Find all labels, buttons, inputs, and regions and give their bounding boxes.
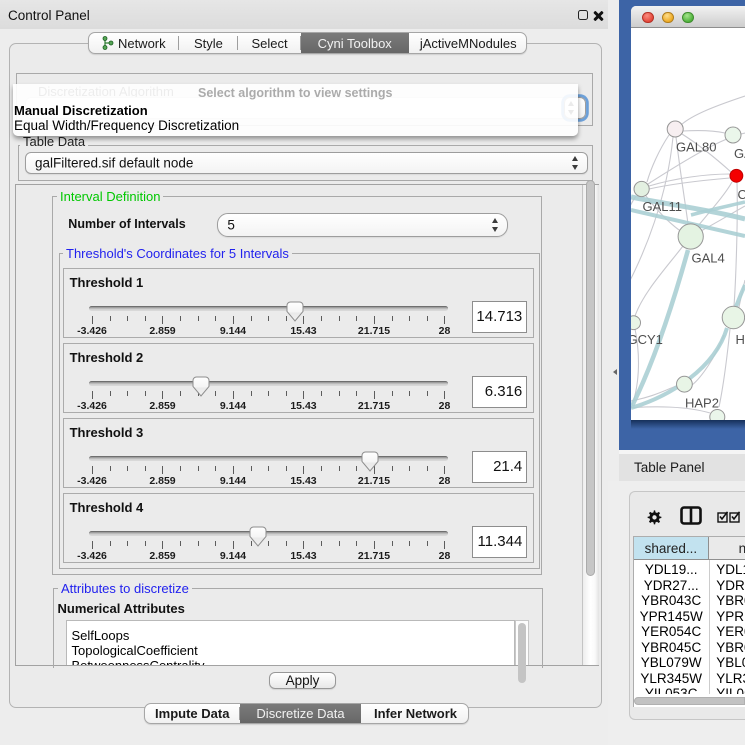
svg-text:HAP2: HAP2 bbox=[685, 396, 719, 411]
svg-text:H: H bbox=[736, 332, 745, 347]
svg-text:GAL11: GAL11 bbox=[643, 199, 683, 214]
svg-text:C: C bbox=[738, 187, 745, 202]
svg-text:GCY1: GCY1 bbox=[631, 332, 663, 347]
svg-text:GA: GA bbox=[734, 146, 745, 161]
svg-text:GAL80: GAL80 bbox=[676, 140, 716, 155]
svg-text:GAL4: GAL4 bbox=[692, 251, 725, 266]
